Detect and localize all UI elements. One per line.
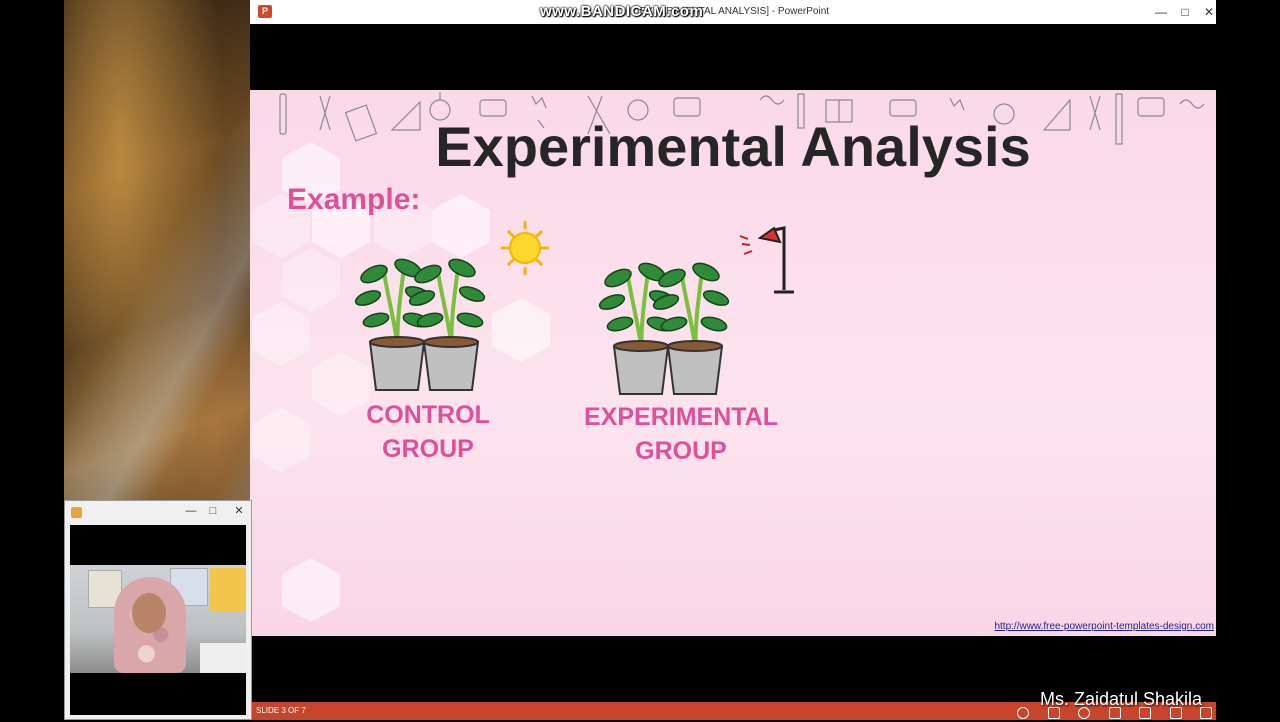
- control-group-label[interactable]: CONTROL GROUP: [354, 398, 502, 466]
- slide-title[interactable]: Experimental Analysis: [250, 114, 1216, 179]
- hexagon-decoration: [432, 194, 490, 258]
- webcam-titlebar[interactable]: — □ ✕: [65, 501, 251, 523]
- experimental-group-line1: EXPERIMENTAL: [584, 403, 778, 431]
- experimental-group-line2: GROUP: [635, 437, 727, 465]
- desk-lamp-icon: [739, 226, 794, 294]
- slide-counter: SLIDE 3 OF 7: [256, 706, 306, 715]
- window-title: [EXPERIMENTAL ANALYSIS] - PowerPoint: [636, 6, 830, 17]
- hexagon-decoration: [282, 248, 340, 312]
- webcam-maximize-button[interactable]: □: [205, 504, 221, 518]
- template-url-link[interactable]: http://www.free-powerpoint-templates-des…: [994, 621, 1214, 632]
- slide-canvas: Experimental Analysis Example: CONTROL G…: [250, 90, 1216, 636]
- previous-icon[interactable]: [1017, 706, 1030, 719]
- sun-icon: [501, 221, 549, 275]
- bandicam-watermark: www.BANDICAM.com: [540, 3, 704, 20]
- hexagon-decoration: [252, 408, 310, 472]
- webcam-background: [70, 565, 246, 673]
- control-group-line2: GROUP: [382, 435, 474, 463]
- webcam-video: [70, 525, 246, 715]
- window-titlebar: P [EXPERIMENTAL ANALYSIS] - PowerPoint w…: [250, 0, 1216, 24]
- powerpoint-window: P [EXPERIMENTAL ANALYSIS] - PowerPoint w…: [250, 0, 1216, 720]
- maximize-button[interactable]: □: [1176, 4, 1194, 20]
- desk-object: [200, 643, 246, 673]
- close-button[interactable]: ✕: [1200, 4, 1218, 20]
- wall-poster: [210, 568, 246, 612]
- webcam-window[interactable]: — □ ✕: [64, 500, 252, 720]
- experimental-group-label[interactable]: EXPERIMENTAL GROUP: [566, 400, 796, 468]
- presenter-name-overlay: Ms. Zaidatul Shakila: [1040, 689, 1203, 709]
- hexagon-decoration: [282, 558, 340, 622]
- control-group-plants: [354, 258, 486, 391]
- minimize-button[interactable]: —: [1152, 4, 1170, 20]
- webcam-app-icon: [71, 507, 82, 518]
- experimental-group-plants: [598, 262, 730, 395]
- webcam-minimize-button[interactable]: —: [183, 504, 199, 518]
- example-label[interactable]: Example:: [287, 183, 420, 217]
- control-group-line1: CONTROL: [366, 401, 490, 429]
- hexagon-decoration: [492, 298, 550, 362]
- desktop: P [EXPERIMENTAL ANALYSIS] - PowerPoint w…: [0, 0, 1280, 720]
- presenter-face: [132, 593, 166, 633]
- webcam-close-button[interactable]: ✕: [231, 504, 247, 518]
- hexagon-decoration: [252, 302, 310, 366]
